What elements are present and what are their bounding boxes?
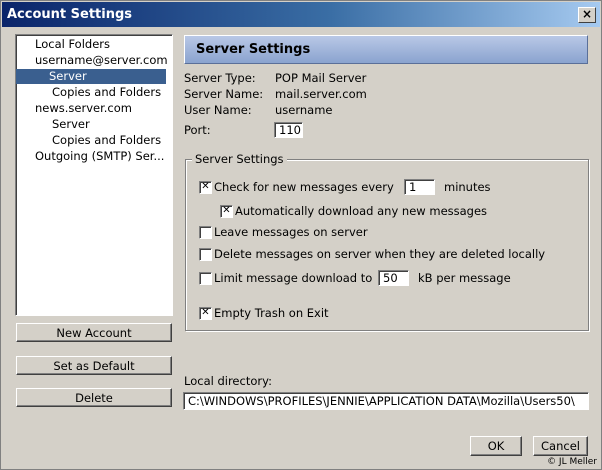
limit-value-input[interactable]: 50 [378,270,409,286]
panel-header-title: Server Settings [196,42,311,57]
window-title: Account Settings [7,7,133,22]
check-interval-input[interactable]: 1 [404,179,435,195]
server-name-label: Server Name: [184,87,264,101]
auto-download-checkbox[interactable]: ✕ [220,205,233,218]
check-new-checkbox[interactable]: ✕ [199,181,212,194]
tree-item-mail-copies-folders[interactable]: Copies and Folders [49,85,164,100]
tree-item-local-folders[interactable]: Local Folders [32,37,113,52]
auto-download-label: Automatically download any new messages [235,204,488,218]
user-name-value: username [275,103,333,117]
ok-button[interactable]: OK [470,436,522,456]
delete-on-server-checkbox[interactable] [199,248,212,261]
local-directory-input[interactable]: C:\WINDOWS\PROFILES\JENNIE\APPLICATION D… [183,392,589,410]
panel-header: Server Settings [184,35,588,64]
server-type-label: Server Type: [184,71,256,85]
account-tree[interactable]: Local Folders username@server.com Server… [15,34,173,316]
tree-item-news-copies-folders[interactable]: Copies and Folders [49,133,164,148]
delete-button[interactable]: Delete [16,388,172,407]
minutes-label: minutes [444,180,491,194]
limit-download-label: Limit message download to [214,271,373,285]
leave-messages-checkbox[interactable] [199,226,212,239]
kb-label: kB per message [418,271,511,285]
check-new-label: Check for new messages every [214,180,394,194]
empty-trash-checkbox[interactable]: ✕ [199,307,212,320]
user-name-label: User Name: [184,103,252,117]
account-settings-window: Account Settings × Local Folders usernam… [0,0,602,470]
port-input[interactable]: 110 [274,122,303,138]
leave-messages-label: Leave messages on server [214,225,368,239]
close-button[interactable]: × [578,7,596,23]
local-directory-label: Local directory: [184,374,272,388]
port-label: Port: [184,123,211,137]
delete-on-server-label: Delete messages on server when they are … [214,247,546,261]
tree-item-news-server[interactable]: Server [49,117,93,132]
limit-download-checkbox[interactable] [199,272,212,285]
credit-text: © JL Meller [547,457,597,467]
group-title: Server Settings [192,152,287,166]
new-account-button[interactable]: New Account [16,323,172,342]
tree-item-news-account[interactable]: news.server.com [32,101,135,116]
tree-item-mail-server[interactable]: Server [16,69,166,84]
cancel-button[interactable]: Cancel [533,436,588,456]
tree-item-mail-account[interactable]: username@server.com [32,53,171,68]
set-default-button[interactable]: Set as Default [16,356,172,375]
empty-trash-label: Empty Trash on Exit [214,306,329,320]
title-bar[interactable]: Account Settings × [2,2,600,27]
tree-item-outgoing-smtp[interactable]: Outgoing (SMTP) Ser... [32,149,167,164]
server-type-value: POP Mail Server [275,71,367,85]
server-name-value: mail.server.com [275,87,367,101]
